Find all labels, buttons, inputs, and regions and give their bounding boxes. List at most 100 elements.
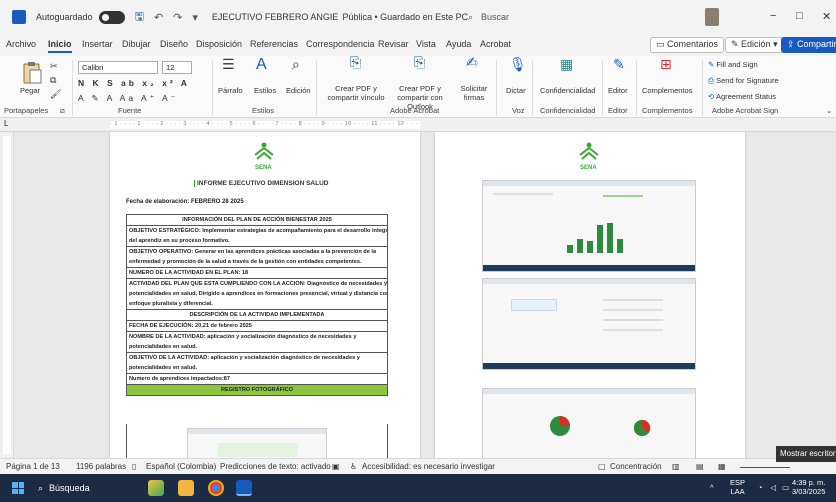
user-avatar[interactable] (705, 8, 719, 26)
table-row[interactable]: enfermedad y promoción de la salud a tra… (126, 257, 388, 268)
windows-start-icon[interactable] (12, 482, 24, 494)
dictate-button[interactable]: Dictar (506, 86, 526, 95)
vertical-ruler[interactable] (0, 132, 14, 458)
tab-correspondencia[interactable]: Correspondencia (306, 39, 375, 49)
comments-button[interactable]: ▭ Comentarios (650, 37, 725, 53)
clipboard-launcher-icon[interactable]: ⧄ (60, 106, 65, 116)
text-prediction-status[interactable]: Predicciones de texto: activado (220, 462, 331, 471)
proofing-icon[interactable]: ▯ (132, 462, 136, 471)
format-painter-icon[interactable]: 🖌 (50, 90, 61, 99)
font-name-select[interactable]: Calibri (78, 61, 158, 74)
embedded-screenshot[interactable] (482, 180, 696, 272)
add-ins-icon[interactable]: ⊞ (660, 57, 672, 71)
battery-icon[interactable]: ▭ (782, 483, 789, 492)
read-mode-icon[interactable]: ▥ (672, 462, 680, 471)
elaboration-date[interactable]: Fecha de elaboración: FEBRERO 28 2025 (126, 199, 244, 205)
language-indicator[interactable]: ESP LAA (730, 478, 745, 496)
chrome-icon[interactable] (208, 480, 224, 496)
minimize-button[interactable]: − (770, 10, 776, 22)
table-row[interactable]: DESCRIPCIÓN DE LA ACTIVIDAD IMPLEMENTADA (126, 310, 388, 321)
focus-mode-button[interactable]: Concentración (610, 462, 662, 471)
search-icon[interactable]: ⌕ (292, 57, 300, 71)
tab-revisar[interactable]: Revisar (378, 39, 409, 49)
paragraph-button[interactable]: Párrafo (218, 86, 243, 95)
table-row[interactable]: potencialidades en salud. (126, 342, 388, 353)
tray-chevron-icon[interactable]: ^ (710, 483, 714, 492)
restore-button[interactable]: □ (796, 10, 803, 22)
zoom-slider[interactable] (740, 467, 790, 468)
editor-button[interactable]: Editor (608, 86, 628, 95)
search-box[interactable]: ⌕ Buscar (468, 8, 598, 26)
action-plan-table[interactable]: INFORMACIÓN DEL PLAN DE ACCIÓN BIENESTAR… (126, 214, 388, 396)
document-status[interactable]: Pública • Guardado en Este PC (342, 12, 468, 22)
tab-selector-icon[interactable]: L (4, 119, 8, 128)
tab-disposicion[interactable]: Disposición (196, 39, 242, 49)
photo-record-cell[interactable] (126, 424, 388, 458)
document-page-2[interactable]: SENA (435, 132, 745, 458)
table-row[interactable]: REGISTRO FOTOGRÁFICO (126, 385, 388, 396)
confidentiality-button[interactable]: Confidencialidad (540, 86, 595, 95)
tab-vista[interactable]: Vista (416, 39, 436, 49)
file-explorer-icon[interactable] (178, 480, 194, 496)
accessibility-icon[interactable]: ♿ (350, 462, 357, 471)
tab-referencias[interactable]: Referencias (250, 39, 298, 49)
table-row[interactable]: INFORMACIÓN DEL PLAN DE ACCIÓN BIENESTAR… (126, 214, 388, 226)
embedded-screenshot[interactable] (482, 388, 696, 458)
copy-icon[interactable]: ⧉ (50, 76, 56, 85)
focus-icon[interactable]: ▢ (598, 462, 606, 471)
microphone-icon[interactable]: 🎙 (509, 57, 527, 71)
table-row[interactable]: Numero de aprendices impactados:87 (126, 374, 388, 385)
table-row[interactable]: NOMBRE DE LA ACTIVIDAD: aplicación y soc… (126, 332, 388, 342)
redo-icon[interactable]: ↷ (173, 11, 182, 24)
web-layout-icon[interactable]: ▦ (718, 462, 726, 471)
font-size-select[interactable]: 12 (162, 61, 192, 74)
print-layout-icon[interactable]: ▤ (696, 462, 704, 471)
tab-acrobat[interactable]: Acrobat (480, 39, 511, 49)
add-ins-button[interactable]: Complementos (642, 86, 692, 95)
document-heading[interactable]: INFORME EJECUTIVO DIMENSION SALUD (194, 180, 328, 187)
paste-button[interactable]: Pegar (20, 86, 40, 95)
table-row[interactable]: OBJETIVO DE LA ACTIVIDAD: aplicación y s… (126, 353, 388, 363)
undo-icon[interactable]: ↶ (154, 11, 163, 24)
table-row[interactable]: NUMERO DE LA ACTIVIDAD EN EL PLAN: 18 (126, 268, 388, 279)
tab-insertar[interactable]: Insertar (82, 39, 113, 49)
document-page-1[interactable]: SENA INFORME EJECUTIVO DIMENSION SALUD F… (110, 132, 420, 458)
tab-inicio[interactable]: Inicio (48, 39, 72, 53)
word-count[interactable]: 1196 palabras (76, 462, 126, 471)
document-canvas[interactable]: SENA INFORME EJECUTIVO DIMENSION SALUD F… (14, 132, 836, 458)
autosave-toggle[interactable] (98, 10, 125, 24)
taskbar-search[interactable]: ⌕ Búsqueda (38, 479, 138, 497)
widgets-icon[interactable] (148, 480, 164, 496)
cut-icon[interactable]: ✂ (50, 62, 58, 71)
table-row[interactable]: ACTIVIDAD DEL PLAN QUE ESTA CUMPLIENDO C… (126, 279, 388, 289)
language-indicator[interactable]: Español (Colombia) (146, 462, 216, 471)
table-row[interactable]: OBJETIVO OPERATIVO: Generar en las apren… (126, 247, 388, 257)
editing-button[interactable]: Edición (286, 86, 311, 95)
macro-icon[interactable]: ▣ (332, 462, 340, 471)
table-row[interactable]: potencialidades en salud, Dirigido a apr… (126, 289, 388, 299)
fill-sign-button[interactable]: ✎ Fill and Sign (708, 60, 758, 69)
signature-icon[interactable]: ✍ (466, 55, 478, 69)
word-taskbar-icon[interactable] (236, 480, 252, 496)
accessibility-status[interactable]: Accesibilidad: es necesario investigar (362, 462, 495, 471)
wifi-icon[interactable]: ◔ (758, 483, 763, 492)
clock[interactable]: 4:39 p. m. 3/03/2025 (792, 478, 825, 496)
share-button[interactable]: ⇪ Compartir (781, 37, 836, 53)
tab-dibujar[interactable]: Dibujar (122, 39, 151, 49)
save-icon[interactable]: 🖫 (135, 8, 144, 27)
close-button[interactable]: ✕ (822, 10, 831, 23)
paste-icon[interactable] (22, 61, 42, 85)
table-row[interactable]: enfoque pluralista y diferencial. (126, 299, 388, 310)
volume-icon[interactable]: ◁ (770, 483, 776, 492)
tab-archivo[interactable]: Archivo (6, 39, 36, 49)
table-row[interactable]: potencialidades en salud. (126, 363, 388, 374)
create-pdf-link-button[interactable]: Crear PDF y compartir vínculo (326, 84, 386, 102)
confidentiality-icon[interactable]: ▦ (560, 57, 573, 71)
tab-ayuda[interactable]: Ayuda (446, 39, 471, 49)
table-row[interactable]: FECHA DE EJECUCIÓN: 20,21 de febrero 202… (126, 321, 388, 332)
document-title[interactable]: EJECUTIVO FEBRERO ANGIE (212, 12, 339, 22)
quick-access-chevron-icon[interactable]: ▾ (192, 11, 198, 24)
pdf-link-icon[interactable]: ⎘ (350, 55, 361, 69)
table-row[interactable]: OBJETIVO ESTRATÉGICO: Implementar estrat… (126, 226, 388, 236)
agreement-status-button[interactable]: ⟲ Agreement Status (708, 92, 776, 101)
